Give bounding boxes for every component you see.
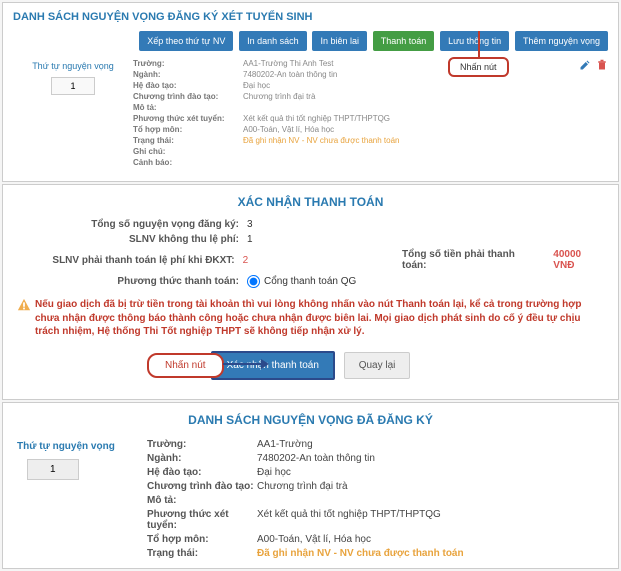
lbl-amount: Tổng số tiền phải thanh toán:	[402, 249, 539, 271]
lbl-fee: SLNV phải thanh toán lệ phí khi ĐKXT:	[17, 255, 243, 266]
val-tt: Đã ghi nhận NV - NV chưa được thanh toán	[243, 136, 400, 145]
back-button[interactable]: Quay lại	[344, 352, 411, 379]
lbl-ctdt: Chương trình đào tạo:	[133, 92, 243, 101]
panel2-title: XÁC NHẬN THANH TOÁN	[17, 195, 604, 209]
lbl-thm: Tổ hợp môn:	[133, 125, 243, 134]
val-amount: 40000 VNĐ	[553, 249, 604, 271]
detail-column-3: Trường:AA1-Trường Ngành:7480202-An toàn …	[147, 439, 604, 562]
val3-ctdt: Chương trình đại trà	[257, 481, 348, 492]
panel-confirm-payment: XÁC NHẬN THANH TOÁN Tổng số nguyện vọng …	[2, 184, 619, 400]
lbl3-truong: Trường:	[147, 439, 257, 450]
print-list-button[interactable]: In danh sách	[239, 31, 307, 51]
val3-truong: AA1-Trường	[257, 439, 313, 450]
lbl-truong: Trường:	[133, 59, 243, 68]
val-ctdt: Chương trình đại trà	[243, 92, 315, 101]
radio-method-qg[interactable]: Cổng thanh toán QG	[247, 275, 356, 288]
pay-button[interactable]: Thanh toán	[373, 31, 435, 51]
val3-ptxt: Xét kết quả thi tốt nghiệp THPT/THPTQG	[257, 509, 441, 531]
lbl-hedt: Hệ đào tạo:	[133, 81, 243, 90]
val-hedt: Đại học	[243, 81, 270, 90]
edit-icon[interactable]	[579, 59, 591, 71]
detail-column: Trường:AA1-Trường Thi Anh Test Ngành:748…	[133, 59, 608, 169]
lbl3-mota: Mô tả:	[147, 495, 257, 506]
order-value: 1	[51, 77, 94, 95]
lbl-tt: Trạng thái:	[133, 136, 243, 145]
lbl-gc: Ghi chú:	[133, 147, 243, 156]
lbl-method: Phương thức thanh toán:	[17, 276, 247, 287]
radio-method-label: Cổng thanh toán QG	[264, 276, 356, 287]
toolbar: Xếp theo thứ tự NV In danh sách In biên …	[13, 31, 608, 51]
val-nofee: 1	[247, 234, 277, 245]
lbl3-thm: Tổ hợp môn:	[147, 534, 257, 545]
lbl-nofee: SLNV không thu lệ phí:	[17, 234, 247, 245]
radio-method-input[interactable]	[247, 275, 260, 288]
lbl3-ctdt: Chương trình đào tạo:	[147, 481, 257, 492]
order-label-3: Thứ tự nguyện vọng	[17, 441, 147, 453]
warning-box: Nếu giao dịch đã bị trừ tiền trong tài k…	[17, 298, 604, 339]
lbl3-nganh: Ngành:	[147, 453, 257, 464]
confirm-payment-button[interactable]: Xác nhận thanh toán	[211, 351, 335, 380]
panel-register-list: DANH SÁCH NGUYỆN VỌNG ĐĂNG KÝ XÉT TUYỂN …	[2, 2, 619, 182]
delete-icon[interactable]	[596, 59, 608, 71]
order-label: Thứ tự nguyện vọng	[13, 61, 133, 71]
val3-thm: A00-Toán, Vật lí, Hóa học	[257, 534, 371, 545]
val3-nganh: 7480202-An toàn thông tin	[257, 453, 375, 464]
row-actions	[577, 59, 608, 74]
callout-arrow-head	[261, 359, 269, 369]
warning-text: Nếu giao dịch đã bị trừ tiền trong tài k…	[35, 298, 604, 339]
panel-registered-list: DANH SÁCH NGUYỆN VỌNG ĐÃ ĐĂNG KÝ Thứ tự …	[2, 402, 619, 569]
confirm-button-row: Nhấn nút Xác nhận thanh toán Quay lại	[17, 351, 604, 385]
lbl-ptxt: Phương thức xét tuyển:	[133, 114, 243, 123]
order-column-3: Thứ tự nguyện vọng 1	[17, 439, 147, 562]
callout-connector	[478, 31, 480, 57]
val-total: 3	[247, 219, 277, 230]
val-fee: 2	[243, 255, 272, 266]
save-button[interactable]: Lưu thông tin	[440, 31, 509, 51]
val-truong: AA1-Trường Thi Anh Test	[243, 59, 334, 68]
callout-arrow-line	[223, 363, 263, 365]
callout-press-button-2: Nhấn nút	[147, 353, 224, 378]
val3-tt: Đã ghi nhận NV - NV chưa được thanh toán	[257, 548, 464, 559]
lbl3-ptxt: Phương thức xét tuyển:	[147, 509, 257, 531]
panel1-title: DANH SÁCH NGUYỆN VỌNG ĐĂNG KÝ XÉT TUYỂN …	[13, 11, 608, 23]
val3-hedt: Đại học	[257, 467, 291, 478]
panel3-title: DANH SÁCH NGUYỆN VỌNG ĐÃ ĐĂNG KÝ	[17, 413, 604, 427]
warning-icon	[17, 298, 31, 312]
lbl-nganh: Ngành:	[133, 70, 243, 79]
lbl-total: Tổng số nguyện vọng đăng ký:	[17, 219, 247, 230]
add-wish-button[interactable]: Thêm nguyện vọng	[515, 31, 608, 51]
print-receipt-button[interactable]: In biên lai	[312, 31, 367, 51]
lbl3-hedt: Hệ đào tạo:	[147, 467, 257, 478]
lbl-cb: Cảnh báo:	[133, 158, 243, 167]
val-nganh: 7480202-An toàn thông tin	[243, 70, 337, 79]
order-column: Thứ tự nguyện vọng 1	[13, 59, 133, 169]
order-value-3: 1	[27, 459, 79, 480]
val-ptxt: Xét kết quả thi tốt nghiệp THPT/THPTQG	[243, 114, 390, 123]
lbl3-tt: Trạng thái:	[147, 548, 257, 559]
lbl-mota: Mô tả:	[133, 103, 243, 112]
val-thm: A00-Toán, Vật lí, Hóa học	[243, 125, 334, 134]
sort-button[interactable]: Xếp theo thứ tự NV	[139, 31, 233, 51]
